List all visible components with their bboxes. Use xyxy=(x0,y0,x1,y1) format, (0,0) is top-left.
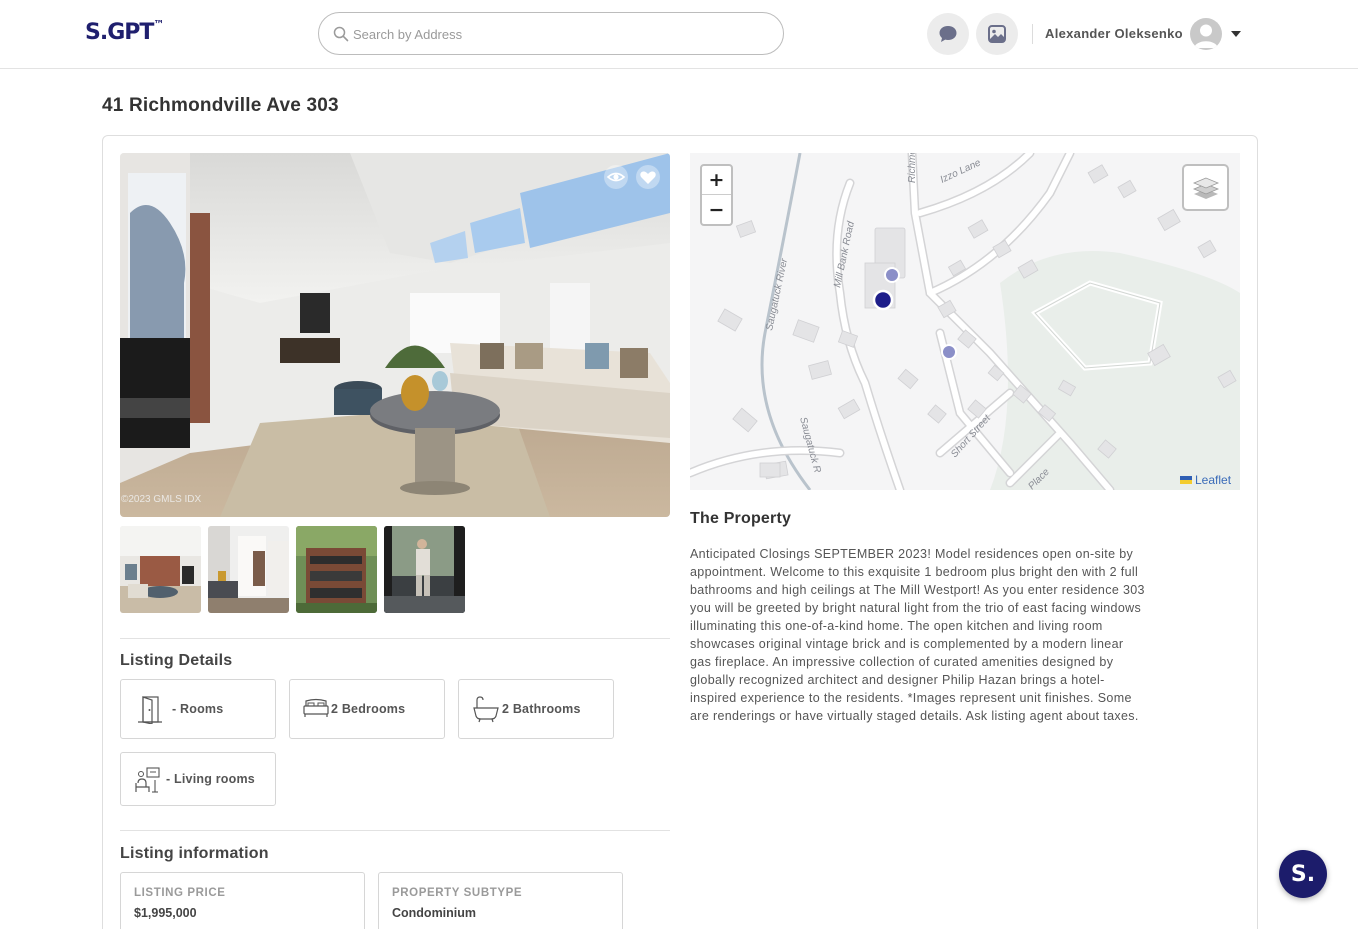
map-zoom-control: + − xyxy=(700,164,733,226)
detail-bedrooms-label: 2 Bedrooms xyxy=(331,702,406,716)
zoom-out-button[interactable]: − xyxy=(702,195,731,224)
user-name[interactable]: Alexander Oleksenko xyxy=(1045,26,1183,41)
search-icon xyxy=(333,26,349,42)
info-key: PROPERTY SUBTYPE xyxy=(392,887,523,899)
detail-bathrooms-label: 2 Bathrooms xyxy=(502,702,581,716)
leaflet-link[interactable]: Leaflet xyxy=(1195,473,1231,487)
detail-living-rooms-label: - Living rooms xyxy=(166,772,255,786)
chat-button[interactable] xyxy=(927,13,969,55)
thumbnail-2[interactable] xyxy=(208,526,289,613)
info-value: $1,995,000 xyxy=(134,906,197,920)
detail-bedrooms: 2 Bedrooms xyxy=(289,679,445,739)
eye-icon xyxy=(604,165,628,189)
image-icon xyxy=(988,25,1006,43)
top-header: S.GPT™ Alexander Oleksenko xyxy=(0,0,1358,69)
info-property-subtype: PROPERTY SUBTYPE Condominium xyxy=(378,872,623,929)
flag-icon xyxy=(1180,476,1192,484)
header-divider xyxy=(1032,24,1033,44)
thumbnail-4[interactable] xyxy=(384,526,465,613)
map-layers-button[interactable] xyxy=(1182,164,1229,211)
listing-details-title: Listing Details xyxy=(120,652,233,669)
favorite-button[interactable] xyxy=(636,165,660,189)
info-listing-price: LISTING PRICE $1,995,000 xyxy=(120,872,365,929)
detail-living-rooms: - Living rooms xyxy=(120,752,276,806)
page-title: 41 Richmondville Ave 303 xyxy=(102,95,339,116)
map[interactable]: Izzo Lane Richmond Mill Bank Road Saugat… xyxy=(690,153,1240,490)
thumbnail-3[interactable] xyxy=(296,526,377,613)
photo-credit: ©2023 GMLS IDX xyxy=(121,494,202,505)
detail-bathrooms: 2 Bathrooms xyxy=(458,679,614,739)
bed-icon xyxy=(303,698,329,717)
detail-rooms: - Rooms xyxy=(120,679,276,739)
logo-text: S.GPT xyxy=(85,20,154,45)
door-icon xyxy=(138,696,162,724)
layers-icon xyxy=(1192,177,1219,199)
section-divider xyxy=(120,638,670,639)
chat-icon xyxy=(939,26,957,42)
logo-trademark: ™ xyxy=(153,17,165,31)
caret-down-icon[interactable] xyxy=(1231,31,1241,37)
living-room-icon xyxy=(135,767,160,793)
search-bar[interactable] xyxy=(318,12,784,55)
search-input[interactable] xyxy=(353,21,773,47)
logo[interactable]: S.GPT™ xyxy=(85,17,165,45)
assistant-logo: S. xyxy=(1290,861,1316,887)
listing-information-title: Listing information xyxy=(120,845,269,862)
detail-rooms-label: - Rooms xyxy=(172,702,224,716)
svg-text:Richmond: Richmond xyxy=(907,153,918,183)
thumbnail-1[interactable] xyxy=(120,526,201,613)
bathtub-icon xyxy=(473,696,499,723)
property-title: The Property xyxy=(690,510,792,527)
info-value: Condominium xyxy=(392,906,477,920)
main-photo[interactable] xyxy=(120,153,670,517)
property-description: Anticipated Closings SEPTEMBER 2023! Mod… xyxy=(690,547,1145,723)
view-button[interactable] xyxy=(604,165,628,189)
section-divider xyxy=(120,830,670,831)
user-avatar-icon[interactable] xyxy=(1190,18,1222,50)
info-key: LISTING PRICE xyxy=(134,887,226,899)
images-button[interactable] xyxy=(976,13,1018,55)
zoom-in-button[interactable]: + xyxy=(702,166,731,195)
assistant-chat-button[interactable]: S. xyxy=(1279,850,1327,898)
map-attribution[interactable]: Leaflet xyxy=(1180,473,1231,487)
heart-icon xyxy=(636,165,660,189)
